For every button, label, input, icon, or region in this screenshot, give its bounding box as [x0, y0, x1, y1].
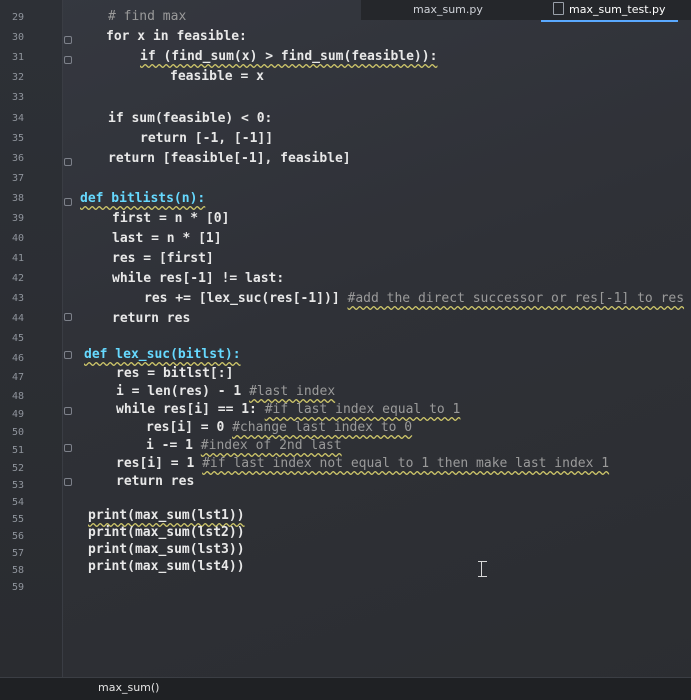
file-icon [553, 2, 564, 15]
line-number: 55 [12, 514, 25, 525]
line-number: 35 [12, 133, 25, 144]
line-number: 44 [12, 313, 25, 324]
code-line: return [-1, [-1]] [140, 131, 274, 146]
line-number: 42 [12, 273, 25, 284]
line-number: 29 [12, 12, 25, 23]
code-line: print(max_sum(lst1)) [88, 507, 245, 525]
line-number: 56 [12, 531, 25, 542]
line-number: 43 [12, 293, 25, 304]
tab-label: max_sum.py [413, 3, 483, 16]
code-line: print(max_sum(lst4)) [88, 559, 245, 574]
code-line: print(max_sum(lst3)) [88, 542, 245, 557]
code-line: first = n * [0] [112, 211, 230, 226]
line-number: 54 [12, 497, 25, 508]
code-line: i -= 1 #index of 2nd last [146, 437, 342, 455]
tab-bar: max_sum.py max_sum_test.py [361, 0, 691, 22]
fold-icon[interactable] [64, 158, 72, 166]
code-text: res += [lex_suc(res[-1])] [144, 291, 340, 306]
line-number: 49 [12, 409, 25, 420]
line-number-gutter: 29 30 31 32 33 34 35 36 37 38 39 40 41 4… [0, 0, 63, 700]
code-comment: #last index [249, 384, 336, 399]
code-text: print(max_sum(lst1)) [88, 508, 245, 523]
line-number: 40 [12, 233, 25, 244]
code-text: if (find_sum(x) > find_sum(feasible)): [140, 49, 438, 64]
code-line: res[i] = 0 #change last index to 0 [146, 419, 412, 437]
code-line: return res [116, 474, 195, 489]
line-number: 51 [12, 445, 25, 456]
code-comment: #if last index not equal to 1 then make … [202, 456, 610, 471]
line-number: 59 [12, 582, 25, 593]
code-line: res[i] = 1 #if last index not equal to 1… [116, 455, 609, 473]
code-line: for x in feasible: [106, 28, 247, 46]
status-function: max_sum() [98, 681, 160, 694]
code-line: res += [lex_suc(res[-1])] #add the direc… [144, 290, 684, 308]
code-line: return res [112, 311, 191, 326]
tab-max-sum[interactable]: max_sum.py [401, 0, 495, 20]
line-number: 47 [12, 372, 25, 383]
tab-max-sum-test[interactable]: max_sum_test.py [541, 0, 678, 22]
fold-icon[interactable] [64, 444, 72, 452]
line-number: 36 [12, 153, 25, 164]
tab-label: max_sum_test.py [569, 3, 666, 16]
line-number: 52 [12, 463, 25, 474]
code-comment: #if last index equal to 1 [264, 402, 461, 417]
code-text: for x in feasible: [106, 29, 247, 44]
fold-icon[interactable] [64, 56, 72, 64]
code-text: res[i] = 1 [116, 456, 195, 471]
code-line: feasible = x [170, 69, 264, 84]
code-line: res = [first] [112, 251, 214, 266]
line-number: 33 [12, 92, 25, 103]
code-line: print(max_sum(lst2)) [88, 525, 245, 540]
code-comment: #index of 2nd last [200, 438, 342, 453]
fold-icon[interactable] [64, 313, 72, 321]
code-line: return [feasible[-1], feasible] [108, 151, 351, 166]
code-line: i = len(res) - 1 #last index [116, 383, 335, 401]
code-line: def bitlists(n): [80, 190, 205, 208]
code-line: res = bitlst[:] [116, 366, 234, 381]
line-number: 34 [12, 113, 25, 124]
code-line: # find max [108, 9, 187, 24]
line-number: 37 [12, 173, 25, 184]
line-number: 57 [12, 548, 25, 559]
code-line: def lex_suc(bitlst): [84, 346, 241, 364]
code-text: while res[i] == 1: [116, 402, 257, 417]
code-line: while res[-1] != last: [112, 271, 285, 286]
line-number: 39 [12, 213, 25, 224]
code-editor[interactable]: max_sum.py max_sum_test.py 29 30 31 32 3… [0, 0, 691, 700]
line-number: 32 [12, 72, 25, 83]
fold-icon[interactable] [64, 407, 72, 415]
code-text: i -= 1 [146, 438, 193, 453]
code-line: if sum(feasible) < 0: [108, 111, 273, 126]
line-number: 50 [12, 427, 25, 438]
fold-icon[interactable] [64, 351, 72, 359]
line-number: 41 [12, 253, 25, 264]
line-number: 38 [12, 193, 25, 204]
line-number: 58 [12, 565, 25, 576]
code-text: res[i] = 0 [146, 420, 225, 435]
code-line: if (find_sum(x) > find_sum(feasible)): [140, 48, 437, 66]
code-text: i = len(res) - 1 [116, 384, 242, 399]
code-line: while res[i] == 1: #if last index equal … [116, 401, 460, 419]
line-number: 46 [12, 353, 25, 364]
code-comment: #add the direct successor or res[-1] to … [347, 291, 685, 306]
fold-icon[interactable] [64, 478, 72, 486]
text-cursor-icon [478, 561, 487, 577]
code-line: last = n * [1] [112, 231, 222, 246]
fold-icon[interactable] [64, 36, 72, 44]
code-text: def bitlists(n): [80, 191, 206, 206]
line-number: 45 [12, 333, 25, 344]
fold-icon[interactable] [64, 198, 72, 206]
line-number: 53 [12, 480, 25, 491]
line-number: 48 [12, 391, 25, 402]
line-number: 30 [12, 32, 25, 43]
status-bar: max_sum() [0, 677, 691, 700]
code-text: def lex_suc(bitlst): [84, 347, 241, 362]
line-number: 31 [12, 52, 25, 63]
code-comment: #change last index to 0 [232, 420, 413, 435]
